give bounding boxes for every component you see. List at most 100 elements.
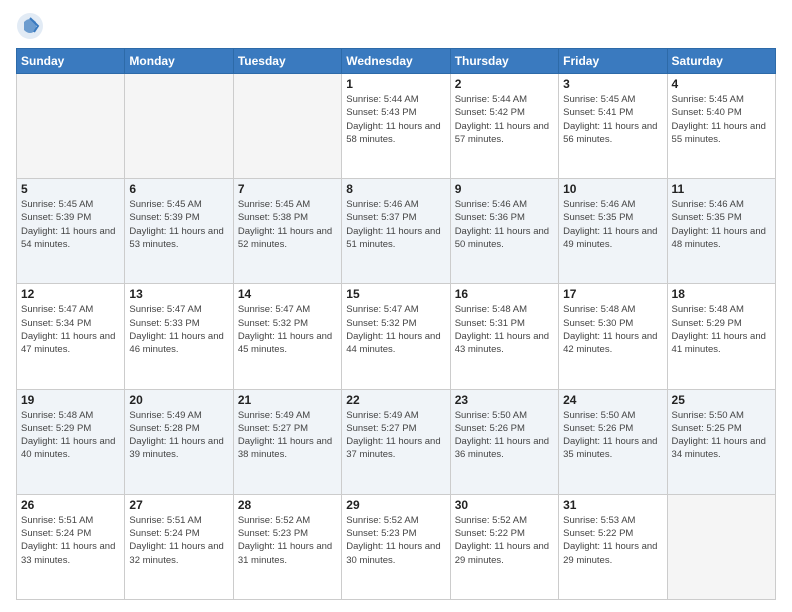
day-number: 28	[238, 498, 337, 512]
day-number: 11	[672, 182, 771, 196]
calendar-cell	[125, 74, 233, 179]
calendar-cell: 2 Sunrise: 5:44 AM Sunset: 5:42 PM Daylig…	[450, 74, 558, 179]
calendar-cell	[233, 74, 341, 179]
day-info: Sunrise: 5:48 AM Sunset: 5:31 PM Dayligh…	[455, 303, 554, 356]
day-info: Sunrise: 5:46 AM Sunset: 5:35 PM Dayligh…	[563, 198, 662, 251]
calendar-cell: 13 Sunrise: 5:47 AM Sunset: 5:33 PM Dayli…	[125, 284, 233, 389]
calendar-cell: 17 Sunrise: 5:48 AM Sunset: 5:30 PM Dayli…	[559, 284, 667, 389]
day-number: 20	[129, 393, 228, 407]
day-number: 9	[455, 182, 554, 196]
day-info: Sunrise: 5:51 AM Sunset: 5:24 PM Dayligh…	[129, 514, 228, 567]
calendar-cell: 30 Sunrise: 5:52 AM Sunset: 5:22 PM Dayli…	[450, 494, 558, 599]
day-info: Sunrise: 5:53 AM Sunset: 5:22 PM Dayligh…	[563, 514, 662, 567]
day-number: 5	[21, 182, 120, 196]
calendar-cell: 18 Sunrise: 5:48 AM Sunset: 5:29 PM Dayli…	[667, 284, 775, 389]
day-info: Sunrise: 5:50 AM Sunset: 5:26 PM Dayligh…	[563, 409, 662, 462]
calendar-cell: 9 Sunrise: 5:46 AM Sunset: 5:36 PM Daylig…	[450, 179, 558, 284]
day-info: Sunrise: 5:45 AM Sunset: 5:39 PM Dayligh…	[129, 198, 228, 251]
day-info: Sunrise: 5:48 AM Sunset: 5:29 PM Dayligh…	[672, 303, 771, 356]
day-info: Sunrise: 5:44 AM Sunset: 5:42 PM Dayligh…	[455, 93, 554, 146]
day-number: 29	[346, 498, 445, 512]
calendar-cell: 22 Sunrise: 5:49 AM Sunset: 5:27 PM Dayli…	[342, 389, 450, 494]
calendar-cell: 10 Sunrise: 5:46 AM Sunset: 5:35 PM Dayli…	[559, 179, 667, 284]
day-info: Sunrise: 5:47 AM Sunset: 5:33 PM Dayligh…	[129, 303, 228, 356]
calendar-cell: 20 Sunrise: 5:49 AM Sunset: 5:28 PM Dayli…	[125, 389, 233, 494]
calendar-cell: 6 Sunrise: 5:45 AM Sunset: 5:39 PM Daylig…	[125, 179, 233, 284]
day-info: Sunrise: 5:45 AM Sunset: 5:38 PM Dayligh…	[238, 198, 337, 251]
day-info: Sunrise: 5:47 AM Sunset: 5:32 PM Dayligh…	[346, 303, 445, 356]
calendar-cell: 23 Sunrise: 5:50 AM Sunset: 5:26 PM Dayli…	[450, 389, 558, 494]
day-number: 22	[346, 393, 445, 407]
day-info: Sunrise: 5:49 AM Sunset: 5:27 PM Dayligh…	[238, 409, 337, 462]
day-info: Sunrise: 5:50 AM Sunset: 5:25 PM Dayligh…	[672, 409, 771, 462]
day-number: 3	[563, 77, 662, 91]
day-info: Sunrise: 5:47 AM Sunset: 5:34 PM Dayligh…	[21, 303, 120, 356]
calendar-week-3: 12 Sunrise: 5:47 AM Sunset: 5:34 PM Dayli…	[17, 284, 776, 389]
day-number: 17	[563, 287, 662, 301]
day-number: 25	[672, 393, 771, 407]
day-number: 30	[455, 498, 554, 512]
day-number: 19	[21, 393, 120, 407]
day-number: 24	[563, 393, 662, 407]
day-info: Sunrise: 5:52 AM Sunset: 5:23 PM Dayligh…	[238, 514, 337, 567]
day-number: 13	[129, 287, 228, 301]
day-number: 23	[455, 393, 554, 407]
calendar-cell: 24 Sunrise: 5:50 AM Sunset: 5:26 PM Dayli…	[559, 389, 667, 494]
day-number: 14	[238, 287, 337, 301]
weekday-header-friday: Friday	[559, 49, 667, 74]
calendar-cell: 29Sunrise: 5:52 AM Sunset: 5:23 PM Dayli…	[342, 494, 450, 599]
day-number: 27	[129, 498, 228, 512]
calendar-cell: 4 Sunrise: 5:45 AM Sunset: 5:40 PM Daylig…	[667, 74, 775, 179]
day-number: 31	[563, 498, 662, 512]
day-info: Sunrise: 5:52 AM Sunset: 5:22 PM Dayligh…	[455, 514, 554, 567]
day-number: 26	[21, 498, 120, 512]
day-info: Sunrise: 5:45 AM Sunset: 5:39 PM Dayligh…	[21, 198, 120, 251]
calendar-cell: 12 Sunrise: 5:47 AM Sunset: 5:34 PM Dayli…	[17, 284, 125, 389]
weekday-header-sunday: Sunday	[17, 49, 125, 74]
day-number: 6	[129, 182, 228, 196]
weekday-header-saturday: Saturday	[667, 49, 775, 74]
day-info: Sunrise: 5:46 AM Sunset: 5:37 PM Dayligh…	[346, 198, 445, 251]
calendar-cell: 16Sunrise: 5:48 AM Sunset: 5:31 PM Dayli…	[450, 284, 558, 389]
calendar-cell: 27 Sunrise: 5:51 AM Sunset: 5:24 PM Dayli…	[125, 494, 233, 599]
page: SundayMondayTuesdayWednesdayThursdayFrid…	[0, 0, 792, 612]
day-info: Sunrise: 5:50 AM Sunset: 5:26 PM Dayligh…	[455, 409, 554, 462]
day-number: 10	[563, 182, 662, 196]
calendar-cell: 25 Sunrise: 5:50 AM Sunset: 5:25 PM Dayli…	[667, 389, 775, 494]
calendar-cell: 28 Sunrise: 5:52 AM Sunset: 5:23 PM Dayli…	[233, 494, 341, 599]
calendar-week-4: 19 Sunrise: 5:48 AM Sunset: 5:29 PM Dayli…	[17, 389, 776, 494]
day-info: Sunrise: 5:46 AM Sunset: 5:36 PM Dayligh…	[455, 198, 554, 251]
day-number: 2	[455, 77, 554, 91]
calendar-cell: 7 Sunrise: 5:45 AM Sunset: 5:38 PM Daylig…	[233, 179, 341, 284]
calendar-cell: 3Sunrise: 5:45 AM Sunset: 5:41 PM Daylig…	[559, 74, 667, 179]
calendar-cell	[667, 494, 775, 599]
day-info: Sunrise: 5:49 AM Sunset: 5:28 PM Dayligh…	[129, 409, 228, 462]
calendar-header-row: SundayMondayTuesdayWednesdayThursdayFrid…	[17, 49, 776, 74]
calendar-cell: 14Sunrise: 5:47 AM Sunset: 5:32 PM Dayli…	[233, 284, 341, 389]
calendar-cell: 31 Sunrise: 5:53 AM Sunset: 5:22 PM Dayli…	[559, 494, 667, 599]
calendar-cell: 11Sunrise: 5:46 AM Sunset: 5:35 PM Dayli…	[667, 179, 775, 284]
day-number: 7	[238, 182, 337, 196]
calendar-cell: 19 Sunrise: 5:48 AM Sunset: 5:29 PM Dayli…	[17, 389, 125, 494]
day-info: Sunrise: 5:44 AM Sunset: 5:43 PM Dayligh…	[346, 93, 445, 146]
calendar-cell: 1 Sunrise: 5:44 AM Sunset: 5:43 PM Daylig…	[342, 74, 450, 179]
day-number: 18	[672, 287, 771, 301]
calendar-week-2: 5 Sunrise: 5:45 AM Sunset: 5:39 PM Daylig…	[17, 179, 776, 284]
calendar-week-5: 26 Sunrise: 5:51 AM Sunset: 5:24 PM Dayli…	[17, 494, 776, 599]
day-number: 12	[21, 287, 120, 301]
weekday-header-thursday: Thursday	[450, 49, 558, 74]
day-number: 4	[672, 77, 771, 91]
logo	[16, 12, 46, 40]
day-info: Sunrise: 5:48 AM Sunset: 5:30 PM Dayligh…	[563, 303, 662, 356]
calendar-cell	[17, 74, 125, 179]
day-info: Sunrise: 5:48 AM Sunset: 5:29 PM Dayligh…	[21, 409, 120, 462]
weekday-header-tuesday: Tuesday	[233, 49, 341, 74]
day-info: Sunrise: 5:49 AM Sunset: 5:27 PM Dayligh…	[346, 409, 445, 462]
day-number: 15	[346, 287, 445, 301]
logo-icon	[16, 12, 44, 40]
day-number: 1	[346, 77, 445, 91]
day-number: 8	[346, 182, 445, 196]
weekday-header-wednesday: Wednesday	[342, 49, 450, 74]
calendar-cell: 21Sunrise: 5:49 AM Sunset: 5:27 PM Dayli…	[233, 389, 341, 494]
day-info: Sunrise: 5:45 AM Sunset: 5:40 PM Dayligh…	[672, 93, 771, 146]
